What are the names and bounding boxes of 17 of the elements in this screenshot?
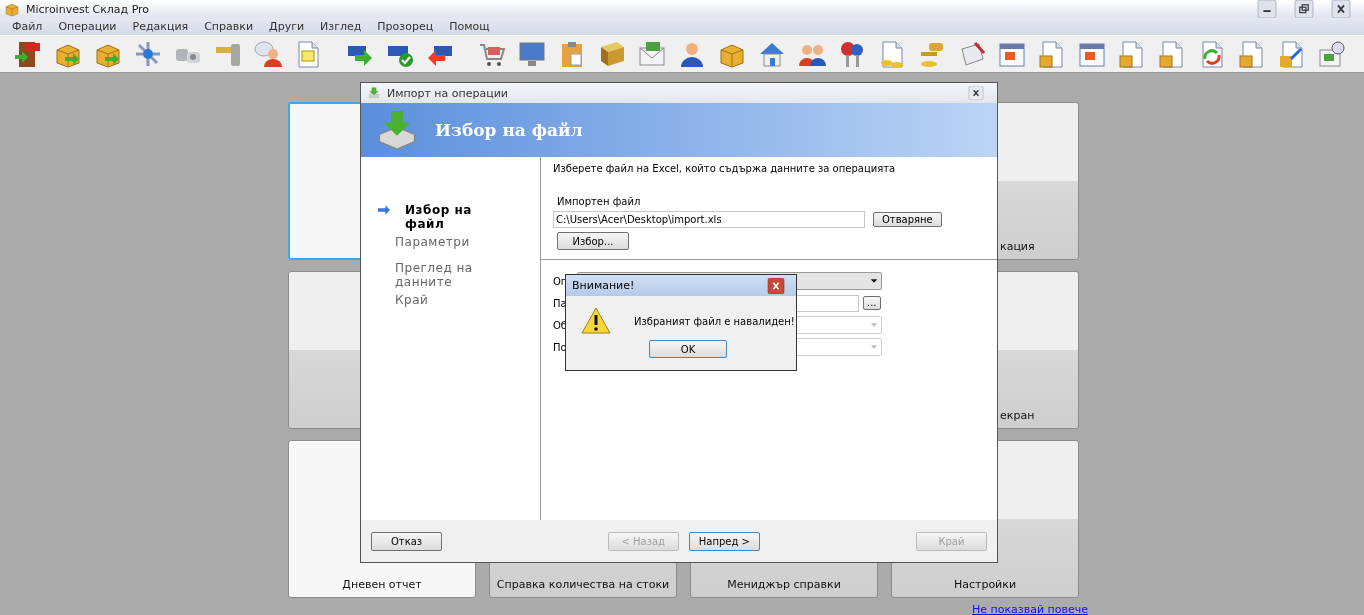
- wizard-step: Преглед на данните: [395, 261, 485, 289]
- message-text: Избраният файл е навалиден!: [634, 315, 795, 327]
- message-title: Внимание!: [572, 279, 635, 292]
- tile-label: Настройки: [953, 578, 1017, 591]
- dialog-title: Импорт на операции: [387, 86, 509, 100]
- wizard-step: Избор на файл: [405, 203, 495, 231]
- wizard-step: Параметри: [395, 235, 485, 249]
- instruction-text: Изберете файл на Excel, който съдържа данните за операцията: [553, 163, 897, 174]
- wizard-heading: Избор на файл: [435, 120, 583, 140]
- field-label: Импортен файл: [557, 196, 642, 207]
- tile-label: Мениджър справки: [727, 578, 841, 591]
- tile-label: Дневен отчет: [342, 578, 422, 591]
- wizard-step: Край: [395, 293, 485, 307]
- tile-label: Справка количества на стоки: [496, 578, 670, 591]
- tile-label: кация: [1000, 240, 1035, 253]
- tile-label: екран: [1000, 409, 1035, 422]
- window-title: Microinvest Склад Pro: [26, 2, 151, 16]
